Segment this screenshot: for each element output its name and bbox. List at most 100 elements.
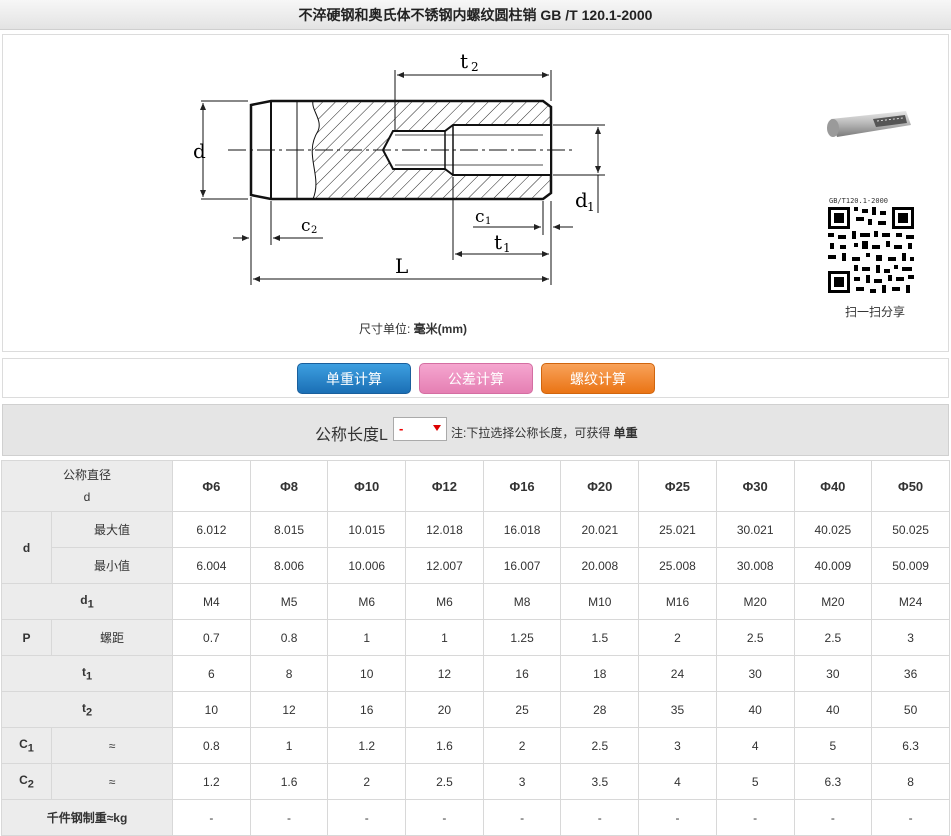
- row-group-label: P: [1, 619, 52, 656]
- table-cell: M16: [638, 583, 717, 620]
- table-cell: 2.5: [715, 619, 795, 656]
- table-cell: 3: [482, 763, 562, 800]
- table-cell: M5: [249, 583, 329, 620]
- table-row: t1 6 8 10 12 16 18 24 30 30 36: [0, 655, 950, 692]
- table-cell: 36: [871, 655, 950, 692]
- table-cell: 16: [327, 691, 407, 728]
- label-c2: c: [301, 216, 311, 236]
- table-cell: 1: [249, 727, 329, 764]
- length-note: 注:下拉选择公称长度，可获得 单重: [451, 426, 638, 440]
- table-row: t2 10 12 16 20 25 28 35 40 40 50: [0, 691, 950, 728]
- table-cell: M20: [715, 583, 795, 620]
- label-d: d: [193, 139, 206, 163]
- table-row: C2 ≈ 1.2 1.6 2 2.5 3 3.5 4 5 6.3 8: [1, 763, 950, 800]
- table-row: 最小值 6.004 8.006 10.006 12.007 16.007 20.…: [2, 547, 950, 584]
- table-cell: -: [172, 799, 251, 836]
- header-nominal-diameter: 公称直径 d: [0, 460, 174, 512]
- table-cell: 6.3: [793, 763, 873, 800]
- table-cell: 10.015: [327, 511, 407, 548]
- table-cell: 1.5: [560, 619, 640, 656]
- row-sub-label: 最大值: [50, 511, 174, 548]
- table-cell: 10: [327, 655, 407, 692]
- table-cell: 1.25: [482, 619, 562, 656]
- row-group-label: 千件钢制重≈kg: [0, 799, 174, 836]
- col-header: Φ25: [638, 460, 717, 512]
- table-cell: 4: [715, 727, 795, 764]
- row-group-label: d1: [0, 583, 174, 620]
- table-cell: 25.008: [638, 547, 717, 584]
- qr-caption: GB/T120.1-2000: [829, 197, 889, 205]
- table-cell: 6.012: [172, 511, 251, 548]
- label-c1: c: [475, 207, 485, 227]
- table-cell: 1.6: [249, 763, 329, 800]
- table-cell: 50.009: [871, 547, 950, 584]
- length-selector-bar: 公称长度L - 注:下拉选择公称长度，可获得 单重: [2, 404, 949, 456]
- table-cell: 8: [871, 763, 950, 800]
- table-row: P 螺距 0.7 0.8 1 1 1.25 1.5 2 2.5 2.5 3: [1, 619, 950, 656]
- table-cell: 2: [638, 619, 717, 656]
- share-label: 扫一扫分享: [844, 305, 905, 319]
- length-select-value: -: [399, 421, 404, 436]
- table-cell: 5: [715, 763, 795, 800]
- table-cell: 30: [793, 655, 873, 692]
- svg-text:1: 1: [485, 216, 491, 227]
- table-cell: M8: [482, 583, 562, 620]
- tolerance-calc-button[interactable]: 公差计算: [419, 363, 533, 394]
- row-group-label: C1: [1, 727, 52, 764]
- table-row: 千件钢制重≈kg - - - - - - - - - -: [0, 799, 950, 836]
- table-cell: 8.015: [249, 511, 329, 548]
- table-cell: M6: [327, 583, 407, 620]
- length-label: 公称长度L: [315, 427, 388, 444]
- table-cell: -: [327, 799, 407, 836]
- table-cell: -: [560, 799, 640, 836]
- table-cell: -: [793, 799, 873, 836]
- table-cell: 1: [405, 619, 484, 656]
- table-cell: M4: [172, 583, 251, 620]
- qr-code-icon[interactable]: [826, 205, 916, 295]
- table-cell: 20.008: [560, 547, 640, 584]
- col-header: Φ8: [249, 460, 329, 512]
- table-cell: M6: [405, 583, 484, 620]
- row-sub-label: ≈: [50, 727, 174, 764]
- weight-calc-button[interactable]: 单重计算: [297, 363, 411, 394]
- table-cell: M24: [871, 583, 950, 620]
- table-cell: 2: [482, 727, 562, 764]
- table-row: C1 ≈ 0.8 1 1.2 1.6 2 2.5 3 4 5 6.3: [1, 727, 950, 764]
- col-header: Φ6: [172, 460, 251, 512]
- calc-button-bar: 单重计算 公差计算 螺纹计算: [2, 358, 949, 398]
- table-cell: 2.5: [560, 727, 640, 764]
- label-t2: t: [460, 49, 468, 73]
- table-row: d1 M4 M5 M6 M6 M8 M10 M16 M20 M20 M24: [0, 583, 950, 620]
- table-cell: -: [249, 799, 329, 836]
- table-cell: -: [405, 799, 484, 836]
- table-cell: 18: [560, 655, 640, 692]
- table-cell: -: [715, 799, 795, 836]
- col-header: Φ10: [327, 460, 407, 512]
- table-cell: 3: [638, 727, 717, 764]
- table-cell: 16: [482, 655, 562, 692]
- table-cell: -: [482, 799, 562, 836]
- table-cell: 20: [405, 691, 484, 728]
- row-sub-label: ≈: [50, 763, 174, 800]
- table-cell: 50: [871, 691, 950, 728]
- label-t1: t: [494, 230, 502, 254]
- table-cell: 1.2: [172, 763, 251, 800]
- table-cell: 3: [871, 619, 950, 656]
- thread-calc-button[interactable]: 螺纹计算: [541, 363, 655, 394]
- row-group-label: d: [1, 511, 52, 584]
- row-group-label: t2: [0, 691, 174, 728]
- table-cell: 50.025: [871, 511, 950, 548]
- table-cell: 0.8: [172, 727, 251, 764]
- table-cell: 40.009: [793, 547, 873, 584]
- col-header: Φ16: [482, 460, 562, 512]
- length-select[interactable]: -: [393, 417, 447, 441]
- table-cell: 1: [327, 619, 407, 656]
- svg-text:2: 2: [311, 225, 317, 236]
- table-cell: 6.3: [871, 727, 950, 764]
- table-cell: 25: [482, 691, 562, 728]
- table-cell: 2.5: [793, 619, 873, 656]
- table-cell: 10.006: [327, 547, 407, 584]
- table-cell: 4: [638, 763, 717, 800]
- table-cell: M20: [793, 583, 873, 620]
- table-cell: 1.6: [405, 727, 484, 764]
